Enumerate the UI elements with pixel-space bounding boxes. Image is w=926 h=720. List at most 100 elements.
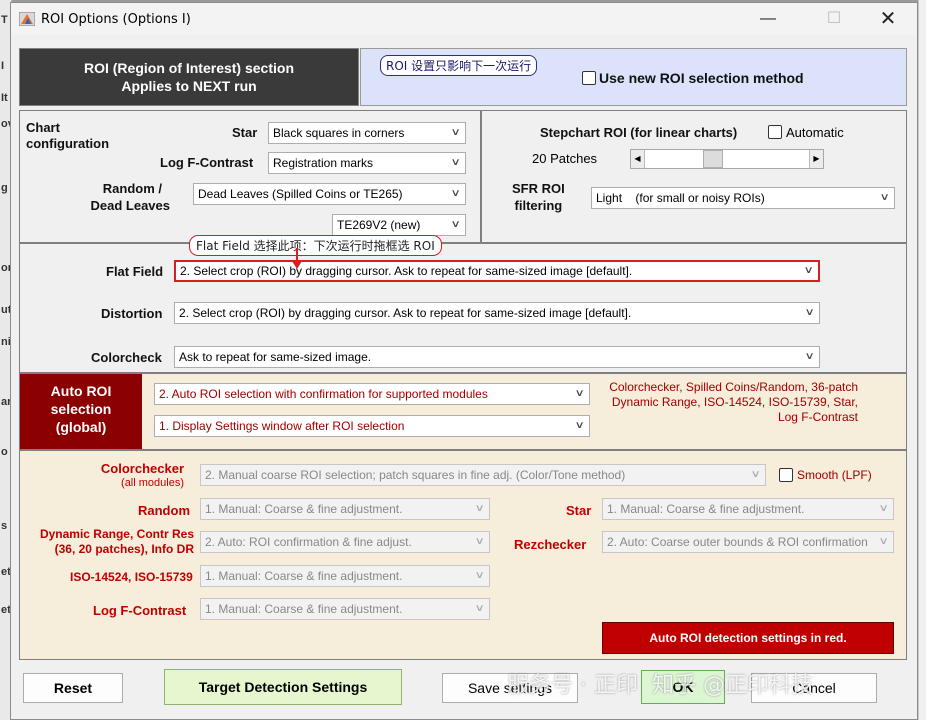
smooth-lpf-label: Smooth (LPF) — [797, 468, 872, 482]
auto-roi-note-line1: Colorchecker, Spilled Coins/Random, 36-p… — [609, 380, 858, 394]
slider-thumb[interactable] — [703, 150, 723, 168]
background-letter: It — [1, 92, 8, 104]
distortion-value: 2. Select crop (ROI) by dragging cursor.… — [179, 306, 632, 320]
colorcheck-select[interactable]: Ask to repeat for same-sized image. ∨ — [174, 346, 820, 368]
maximize-button[interactable]: ☐ — [811, 3, 857, 35]
random-module-value: 1. Manual: Coarse & fine adjustment. — [205, 502, 403, 516]
dynamic-range-module-select[interactable]: 2. Auto: ROI confirmation & fine adjust.… — [200, 531, 490, 553]
auto-roi-detection-settings-button[interactable]: Auto ROI detection settings in red. — [602, 622, 894, 654]
chevron-down-icon: ∨ — [804, 351, 815, 362]
logf-chart-select[interactable]: Registration marks ∨ — [268, 152, 466, 174]
distortion-select[interactable]: 2. Select crop (ROI) by dragging cursor.… — [174, 302, 820, 324]
colorcheck-label: Colorcheck — [91, 350, 162, 365]
star-module-value: 1. Manual: Coarse & fine adjustment. — [607, 502, 805, 516]
random-chart-select[interactable]: Dead Leaves (Spilled Coins or TE265) ∨ — [193, 183, 466, 205]
colorchecker-method-select[interactable]: 2. Manual coarse ROI selection; patch sq… — [200, 464, 766, 486]
random-module-label: Random — [138, 503, 190, 518]
slider-right-arrow-icon[interactable]: ▶ — [809, 150, 823, 168]
chevron-down-icon: ∨ — [803, 265, 814, 276]
auto-roi-title-line1: Auto ROI — [50, 383, 112, 399]
logf-chart-label: Log F-Contrast — [160, 155, 254, 170]
chevron-down-icon: ∨ — [450, 127, 461, 138]
watermark-overlay: 服务号 · 正印 知乎 @正印科技 — [507, 673, 813, 698]
background-letter: s — [1, 520, 8, 532]
colorchecker-module-label: Colorchecker (all modules) — [40, 462, 184, 490]
matlab-app-icon — [19, 12, 35, 26]
colorchecker-label-text: Colorchecker — [100, 461, 184, 476]
rezchecker-module-select[interactable]: 2. Auto: Coarse outer bounds & ROI confi… — [602, 531, 894, 553]
maximize-icon: ☐ — [826, 10, 842, 27]
star-chart-label: Star — [232, 125, 258, 140]
rezchecker-module-value: 2. Auto: Coarse outer bounds & ROI confi… — [607, 535, 868, 549]
roi-header-line1: ROI (Region of Interest) section — [83, 60, 294, 76]
background-letter: I — [1, 60, 5, 72]
title-bar[interactable]: ROI Options (Options I) — ☐ ✕ — [11, 3, 917, 35]
auto-roi-title-block: Auto ROI selection (global) — [20, 374, 142, 449]
flat-field-value: 2. Select crop (ROI) by dragging cursor.… — [180, 264, 633, 278]
reset-button[interactable]: Reset — [23, 673, 123, 703]
minimize-button[interactable]: — — [745, 3, 791, 35]
sfr-label-line1: SFR ROI — [512, 181, 565, 196]
annotation-arrow-icon — [292, 248, 302, 269]
stepchart-roi-label: Stepchart ROI (for linear charts) — [540, 125, 738, 140]
colorcheck-value: Ask to repeat for same-sized image. — [179, 350, 372, 364]
star-chart-value: Black squares in corners — [273, 126, 405, 140]
minimize-icon: — — [760, 10, 776, 27]
dynamic-range-module-label: Dynamic Range, Contr Res (36, 20 patches… — [24, 527, 194, 557]
logf-module-select[interactable]: 1. Manual: Coarse & fine adjustment. ∨ — [200, 598, 490, 620]
sfr-filtering-select[interactable]: Light (for small or noisy ROIs) ∨ — [591, 187, 895, 209]
colorchecker-sublabel: (all modules) — [121, 477, 184, 489]
star-chart-select[interactable]: Black squares in corners ∨ — [268, 122, 466, 144]
automatic-checkbox[interactable] — [768, 125, 782, 139]
roi-section-header: ROI (Region of Interest) section Applies… — [19, 48, 359, 106]
automatic-label: Automatic — [786, 125, 844, 140]
new-roi-method-checkbox[interactable] — [582, 71, 596, 85]
patches-slider[interactable]: ◀ ▶ — [630, 149, 824, 169]
background-app-right-strip — [918, 0, 926, 720]
chart-config-title-line2: configuration — [26, 136, 110, 151]
chevron-down-icon: ∨ — [474, 603, 485, 614]
te-version-select[interactable]: TE269V2 (new) ∨ — [332, 214, 466, 236]
logf-module-label: Log F-Contrast — [93, 603, 187, 618]
slider-track[interactable] — [645, 150, 811, 168]
slider-left-arrow-icon[interactable]: ◀ — [631, 150, 645, 168]
background-letter: g — [1, 182, 8, 194]
logf-module-value: 1. Manual: Coarse & fine adjustment. — [205, 602, 403, 616]
auto-roi-mode-select[interactable]: 2. Auto ROI selection with confirmation … — [154, 383, 590, 405]
stepchart-panel: Stepchart ROI (for linear charts) Automa… — [481, 110, 907, 243]
close-button[interactable]: ✕ — [865, 3, 911, 35]
auto-roi-supported-modules-note: Colorchecker, Spilled Coins/Random, 36-p… — [598, 380, 858, 425]
auto-roi-settings-select[interactable]: 1. Display Settings window after ROI sel… — [154, 415, 590, 437]
window-title: ROI Options (Options I) — [41, 12, 191, 27]
module-settings-panel: Colorchecker (all modules) 2. Manual coa… — [19, 450, 907, 660]
auto-roi-title-line2: selection — [50, 401, 112, 417]
chevron-down-icon: ∨ — [804, 307, 815, 318]
iso-module-select[interactable]: 1. Manual: Coarse & fine adjustment. ∨ — [200, 565, 490, 587]
random-module-select[interactable]: 1. Manual: Coarse & fine adjustment. ∨ — [200, 498, 490, 520]
random-chart-value: Dead Leaves (Spilled Coins or TE265) — [198, 187, 403, 201]
chart-configuration-title: Chart configuration — [26, 120, 109, 152]
background-letter: o — [1, 446, 8, 458]
auto-roi-panel: Auto ROI selection (global) 2. Auto ROI … — [19, 373, 907, 450]
background-letter: T — [1, 14, 8, 26]
target-detection-settings-button[interactable]: Target Detection Settings — [164, 669, 402, 705]
chevron-down-icon: ∨ — [450, 188, 461, 199]
roi-header-line2: Applies to NEXT run — [121, 78, 257, 94]
flat-field-select[interactable]: 2. Select crop (ROI) by dragging cursor.… — [174, 260, 820, 282]
chevron-down-icon: ∨ — [878, 536, 889, 547]
rezchecker-module-label: Rezchecker — [514, 537, 587, 552]
sfr-label-line2: filtering — [514, 198, 563, 213]
module-roi-panel: Flat Field 2. Select crop (ROI) by dragg… — [19, 243, 907, 373]
chevron-down-icon: ∨ — [474, 570, 485, 581]
random-chart-label-line2: Dead Leaves — [90, 198, 171, 213]
star-module-select[interactable]: 1. Manual: Coarse & fine adjustment. ∨ — [602, 498, 894, 520]
iso-module-value: 1. Manual: Coarse & fine adjustment. — [205, 569, 403, 583]
colorchecker-method-value: 2. Manual coarse ROI selection; patch sq… — [205, 468, 626, 482]
sfr-roi-filtering-label: SFR ROI filtering — [512, 180, 565, 214]
roi-header-right: ROI 设置只影响下一次运行 Use new ROI selection met… — [360, 48, 907, 106]
dr-label-line2: (36, 20 patches), Info DR — [54, 542, 194, 556]
smooth-lpf-checkbox[interactable] — [779, 468, 793, 482]
chevron-down-icon: ∨ — [574, 420, 585, 431]
auto-roi-settings-value: 1. Display Settings window after ROI sel… — [159, 419, 405, 433]
close-icon: ✕ — [879, 8, 897, 30]
